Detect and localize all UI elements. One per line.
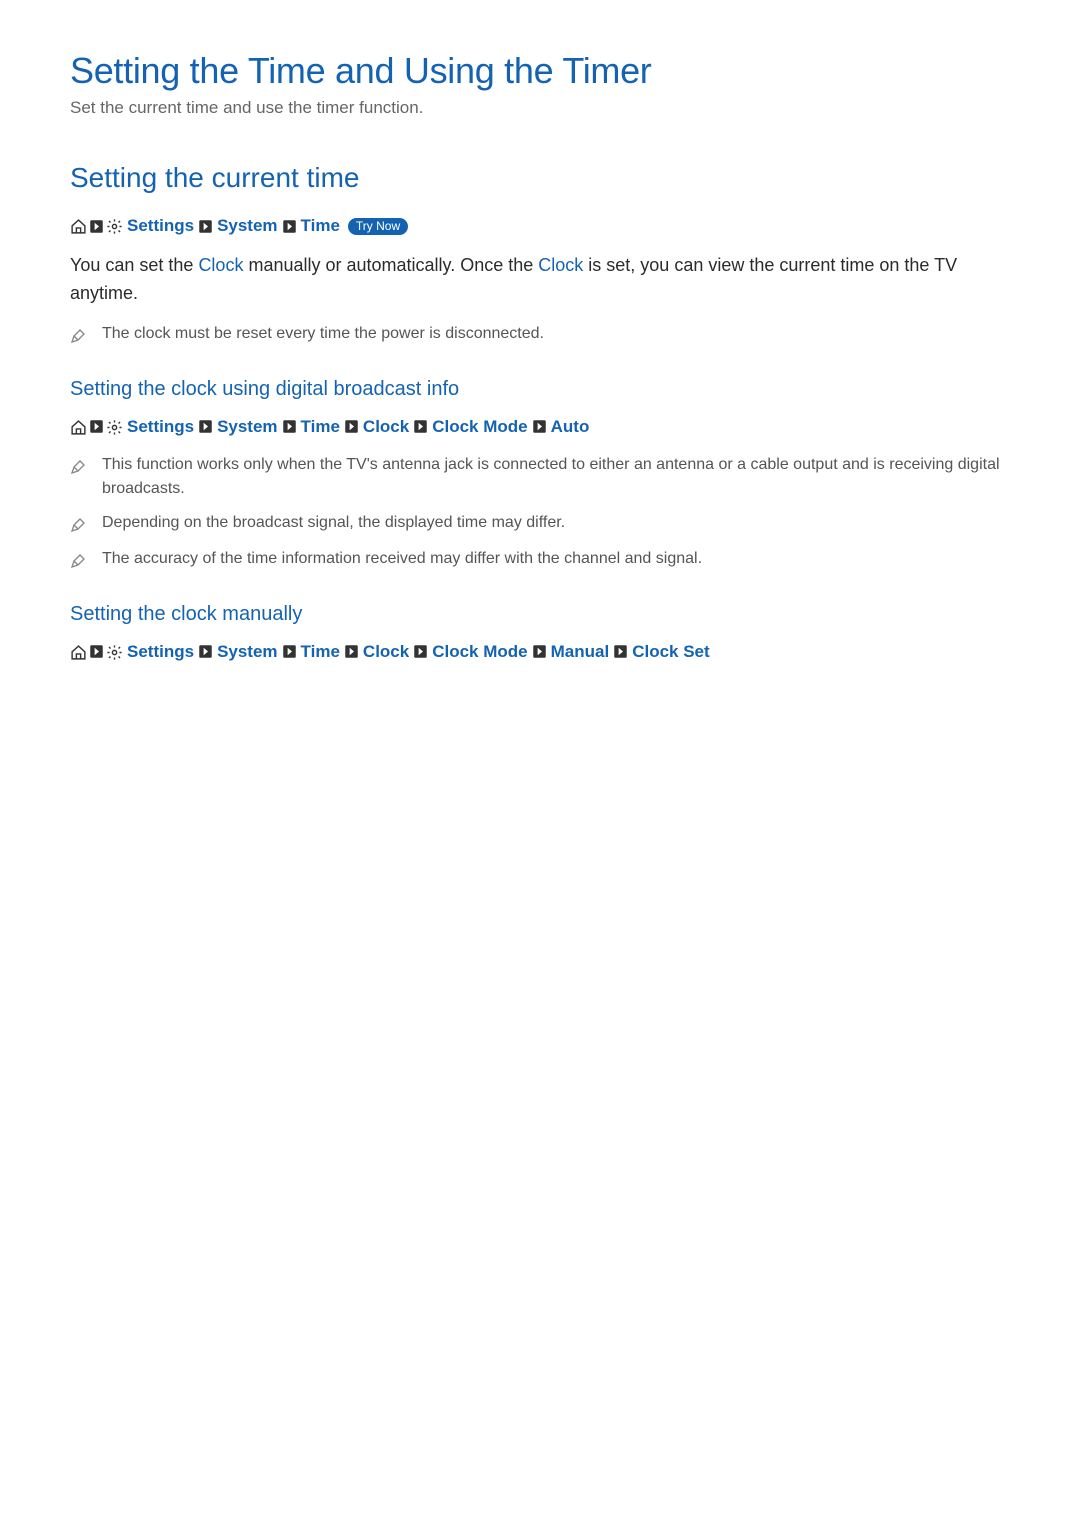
pencil-icon xyxy=(70,324,86,348)
chevron-right-icon xyxy=(532,644,547,659)
breadcrumb-time: Settings System Time Try Now xyxy=(70,216,1010,236)
pencil-icon xyxy=(70,549,86,573)
text: manually or automatically. Once the xyxy=(243,255,538,275)
breadcrumb-system[interactable]: System xyxy=(217,642,277,662)
breadcrumb-system[interactable]: System xyxy=(217,216,277,236)
gear-icon xyxy=(106,216,123,236)
chevron-right-icon xyxy=(89,644,104,659)
chevron-right-icon xyxy=(198,219,213,234)
breadcrumb-manual[interactable]: Manual xyxy=(551,642,610,662)
note-list: The clock must be reset every time the p… xyxy=(70,322,1010,348)
chevron-right-icon xyxy=(413,644,428,659)
section-heading-manual: Setting the clock manually xyxy=(70,603,1010,626)
breadcrumb-clock-set[interactable]: Clock Set xyxy=(632,642,709,662)
breadcrumb-auto[interactable]: Auto xyxy=(551,417,590,437)
home-icon xyxy=(70,216,87,236)
chevron-right-icon xyxy=(89,219,104,234)
note-list: This function works only when the TV's a… xyxy=(70,453,1010,573)
chevron-right-icon xyxy=(282,219,297,234)
page-subtitle: Set the current time and use the timer f… xyxy=(70,98,1010,118)
section-heading-digital-broadcast: Setting the clock using digital broadcas… xyxy=(70,378,1010,401)
breadcrumb-clock-auto: Settings System Time Clock Clock Mode Au… xyxy=(70,417,1010,437)
chevron-right-icon xyxy=(532,419,547,434)
breadcrumb-settings[interactable]: Settings xyxy=(127,417,194,437)
link-clock[interactable]: Clock xyxy=(538,255,583,275)
chevron-right-icon xyxy=(613,644,628,659)
section-heading-current-time: Setting the current time xyxy=(70,162,1010,194)
breadcrumb-clock[interactable]: Clock xyxy=(363,417,409,437)
chevron-right-icon xyxy=(198,644,213,659)
breadcrumb-time[interactable]: Time xyxy=(301,642,340,662)
chevron-right-icon xyxy=(282,644,297,659)
breadcrumb-settings[interactable]: Settings xyxy=(127,216,194,236)
body-paragraph: You can set the Clock manually or automa… xyxy=(70,252,1010,308)
breadcrumb-clock[interactable]: Clock xyxy=(363,642,409,662)
document-page: Setting the Time and Using the Timer Set… xyxy=(0,0,1080,748)
breadcrumb-clock-mode[interactable]: Clock Mode xyxy=(432,417,527,437)
note-text: The accuracy of the time information rec… xyxy=(102,547,702,571)
breadcrumb-settings[interactable]: Settings xyxy=(127,642,194,662)
breadcrumb-clock-manual: Settings System Time Clock Clock Mode Ma… xyxy=(70,642,1010,662)
note-text: Depending on the broadcast signal, the d… xyxy=(102,511,565,535)
breadcrumb-system[interactable]: System xyxy=(217,417,277,437)
chevron-right-icon xyxy=(89,419,104,434)
note-text: The clock must be reset every time the p… xyxy=(102,322,544,346)
chevron-right-icon xyxy=(344,644,359,659)
link-clock[interactable]: Clock xyxy=(198,255,243,275)
pencil-icon xyxy=(70,455,86,479)
gear-icon xyxy=(106,642,123,662)
breadcrumb-time[interactable]: Time xyxy=(301,216,340,236)
home-icon xyxy=(70,642,87,662)
chevron-right-icon xyxy=(413,419,428,434)
gear-icon xyxy=(106,417,123,437)
chevron-right-icon xyxy=(282,419,297,434)
note-item: Depending on the broadcast signal, the d… xyxy=(70,511,1010,537)
home-icon xyxy=(70,417,87,437)
try-now-badge[interactable]: Try Now xyxy=(348,218,408,235)
note-item: The clock must be reset every time the p… xyxy=(70,322,1010,348)
note-text: This function works only when the TV's a… xyxy=(102,453,1010,501)
note-item: The accuracy of the time information rec… xyxy=(70,547,1010,573)
chevron-right-icon xyxy=(198,419,213,434)
text: You can set the xyxy=(70,255,198,275)
pencil-icon xyxy=(70,513,86,537)
note-item: This function works only when the TV's a… xyxy=(70,453,1010,501)
breadcrumb-clock-mode[interactable]: Clock Mode xyxy=(432,642,527,662)
breadcrumb-time[interactable]: Time xyxy=(301,417,340,437)
chevron-right-icon xyxy=(344,419,359,434)
page-title: Setting the Time and Using the Timer xyxy=(70,50,1010,92)
